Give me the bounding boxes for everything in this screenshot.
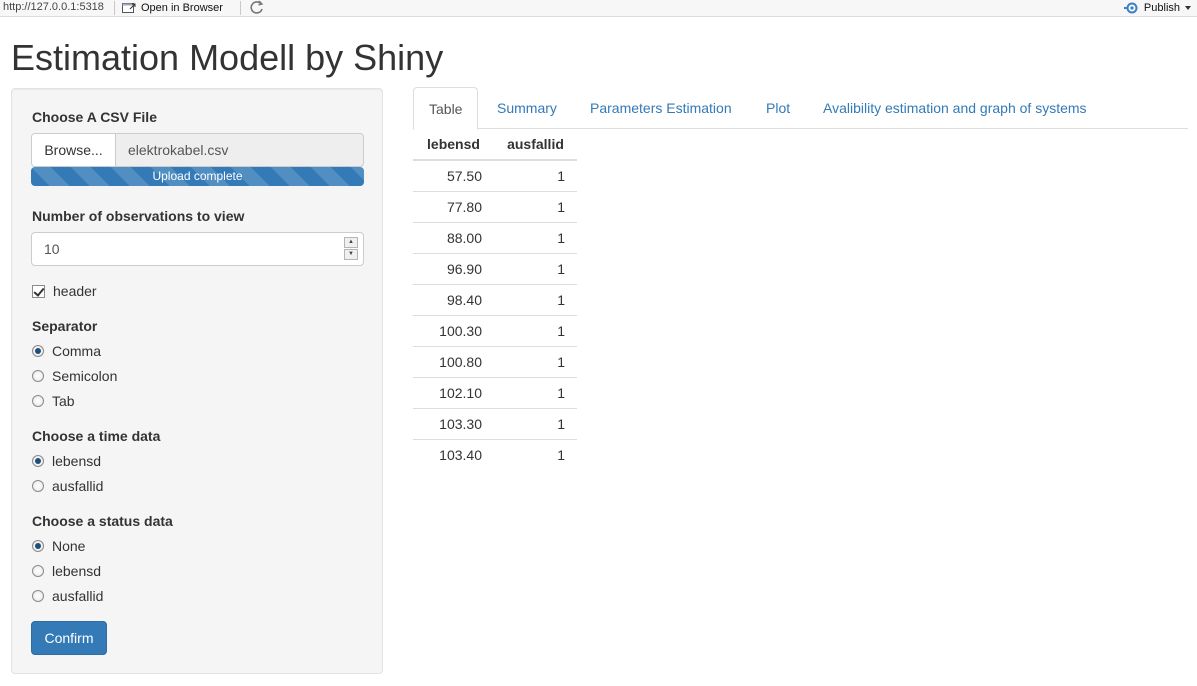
radio-button[interactable] — [32, 455, 44, 467]
publish-icon — [1123, 2, 1138, 13]
radio-label: Comma — [52, 343, 102, 359]
radio-button[interactable] — [32, 395, 44, 407]
browse-button[interactable]: Browse... — [32, 134, 116, 166]
status-data-option-none[interactable]: None — [32, 538, 85, 554]
upload-progress-bar: Upload complete — [31, 167, 364, 186]
table-row: 77.80 1 — [413, 190, 577, 222]
radio-label: None — [52, 538, 86, 554]
table-cell: 98.40 — [413, 283, 494, 315]
radio-button[interactable] — [32, 590, 44, 602]
table-row: 103.40 1 — [413, 438, 577, 470]
table-cell: 1 — [494, 283, 577, 315]
table-cell: 1 — [494, 438, 577, 470]
table-cell: 100.80 — [413, 345, 494, 377]
toolbar-divider — [240, 1, 241, 15]
separator-option-semicolon[interactable]: Semicolon — [32, 368, 117, 384]
table-row: 100.80 1 — [413, 345, 577, 377]
radio-button[interactable] — [32, 345, 44, 357]
header-checkbox[interactable] — [32, 284, 45, 298]
time-data-option-lebensd[interactable]: lebensd — [32, 453, 101, 469]
upload-status-text: Upload complete — [152, 169, 243, 183]
table-cell: 1 — [494, 376, 577, 408]
spinner-up-icon[interactable]: ▲ — [344, 237, 358, 248]
time-data-option-ausfallid[interactable]: ausfallid — [32, 478, 103, 494]
number-spinner[interactable]: ▲ ▼ — [344, 237, 358, 261]
observations-value: 10 — [44, 241, 60, 257]
table-row: 100.30 1 — [413, 314, 577, 346]
file-input-label: Choose A CSV File — [32, 109, 157, 125]
main-tabs: Table Summary Parameters Estimation Plot… — [413, 87, 1188, 130]
table-row: 88.00 1 — [413, 221, 577, 253]
refresh-button[interactable] — [249, 0, 265, 18]
radio-button[interactable] — [32, 565, 44, 577]
table-cell: 57.50 — [413, 159, 494, 191]
chevron-down-icon — [1185, 5, 1191, 10]
table-row: 57.50 1 — [413, 159, 577, 191]
radio-button[interactable] — [32, 370, 44, 382]
table-row: 103.30 1 — [413, 407, 577, 439]
tab-table[interactable]: Table — [413, 87, 479, 130]
table-cell: 1 — [494, 314, 577, 346]
header-checkbox-row[interactable]: header — [32, 283, 97, 299]
table-cell: 96.90 — [413, 252, 494, 284]
column-header-ausfallid: ausfallid — [494, 129, 577, 161]
radio-label: Tab — [52, 393, 75, 409]
tab-availability-estimation[interactable]: Avalibility estimation and graph of syst… — [823, 87, 1087, 129]
table-cell: 102.10 — [413, 376, 494, 408]
status-data-label: Choose a status data — [32, 513, 173, 529]
table-row: 96.90 1 — [413, 252, 577, 284]
publish-label: Publish — [1143, 1, 1180, 14]
separator-option-comma[interactable]: Comma — [32, 343, 101, 359]
radio-label: ausfallid — [52, 588, 104, 604]
table-header-row: lebensd ausfallid — [413, 129, 577, 161]
table-cell: 77.80 — [413, 190, 494, 222]
table-cell: 1 — [494, 407, 577, 439]
open-in-browser-label: Open in Browser — [141, 1, 223, 14]
separator-option-tab[interactable]: Tab — [32, 393, 75, 409]
sidebar-panel: Choose A CSV File Browse... elektrokabel… — [11, 88, 383, 674]
status-data-option-ausfallid[interactable]: ausfallid — [32, 588, 103, 604]
table-cell: 1 — [494, 190, 577, 222]
table-cell: 103.40 — [413, 438, 494, 470]
observations-label: Number of observations to view — [32, 208, 245, 224]
separator-label: Separator — [32, 318, 98, 334]
table-cell: 1 — [494, 252, 577, 284]
table-row: 98.40 1 — [413, 283, 577, 315]
browser-window-icon — [122, 2, 136, 13]
viewer-toolbar: http://127.0.0.1:5318 Open in Browser Pu… — [0, 0, 1197, 17]
table-cell: 88.00 — [413, 221, 494, 253]
table-cell: 1 — [494, 221, 577, 253]
tab-parameters-estimation[interactable]: Parameters Estimation — [590, 87, 732, 129]
table-cell: 1 — [494, 345, 577, 377]
radio-label: ausfallid — [52, 478, 104, 494]
file-name-field: elektrokabel.csv — [128, 142, 229, 158]
radio-label: Semicolon — [52, 368, 118, 384]
refresh-icon — [250, 0, 264, 14]
page-title: Estimation Modell by Shiny — [11, 37, 444, 78]
table-row: 102.10 1 — [413, 376, 577, 408]
tab-plot[interactable]: Plot — [766, 87, 790, 129]
tab-summary[interactable]: Summary — [497, 87, 557, 129]
table-cell: 1 — [494, 159, 577, 191]
data-table: lebensd ausfallid 57.50 1 77.80 1 88.00 1 9… — [413, 129, 577, 470]
toolbar-divider — [114, 1, 115, 15]
radio-label: lebensd — [52, 563, 102, 579]
radio-button[interactable] — [32, 480, 44, 492]
publish-button[interactable]: Publish — [1123, 0, 1192, 15]
file-input: Browse... elektrokabel.csv — [31, 133, 364, 167]
observations-input[interactable]: 10 ▲ ▼ — [31, 232, 364, 266]
viewer-url: http://127.0.0.1:5318 — [3, 1, 104, 13]
column-header-lebensd: lebensd — [413, 129, 494, 161]
header-checkbox-label: header — [53, 283, 97, 299]
status-data-option-lebensd[interactable]: lebensd — [32, 563, 101, 579]
spinner-down-icon[interactable]: ▼ — [344, 249, 358, 260]
radio-button[interactable] — [32, 540, 44, 552]
confirm-button[interactable]: Confirm — [31, 621, 107, 655]
radio-label: lebensd — [52, 453, 102, 469]
open-in-browser-button[interactable]: Open in Browser — [122, 0, 223, 15]
table-cell: 103.30 — [413, 407, 494, 439]
time-data-label: Choose a time data — [32, 428, 161, 444]
table-cell: 100.30 — [413, 314, 494, 346]
